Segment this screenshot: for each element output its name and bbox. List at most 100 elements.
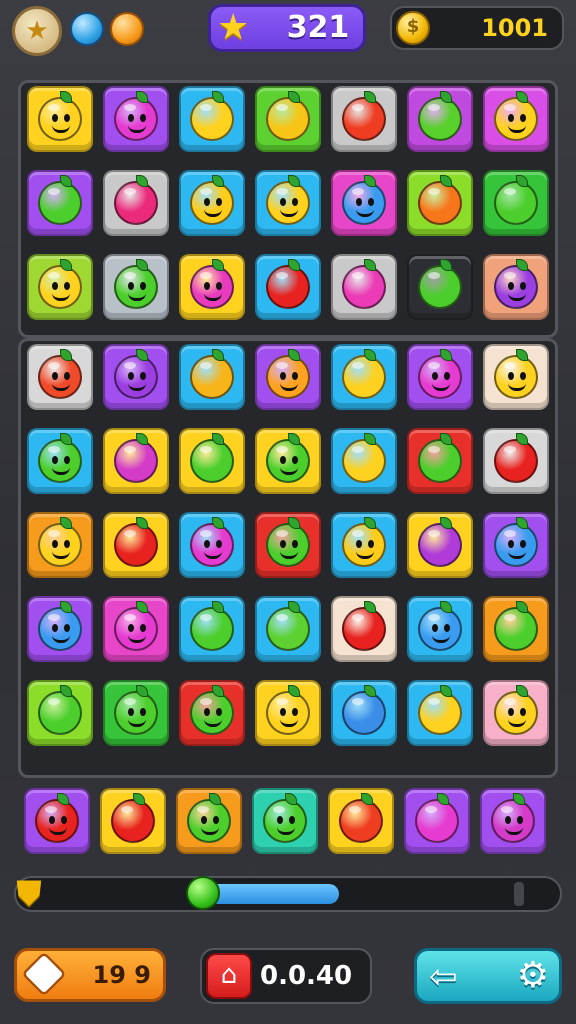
board-tile[interactable] <box>179 680 245 746</box>
fruit-icon <box>418 259 462 309</box>
board-tile[interactable] <box>179 254 245 320</box>
smiling-fruit-icon <box>494 91 538 141</box>
board-tile[interactable] <box>103 512 169 578</box>
player-avatar[interactable]: ★ <box>12 6 62 56</box>
board-tile[interactable] <box>27 170 93 236</box>
board-tile[interactable] <box>103 170 169 236</box>
board-tile[interactable] <box>255 254 321 320</box>
tray-tile[interactable] <box>100 788 166 854</box>
board-tile[interactable] <box>27 596 93 662</box>
board-tile[interactable] <box>483 428 549 494</box>
smiling-fruit-icon <box>342 517 386 567</box>
board-tile[interactable] <box>483 170 549 236</box>
smiling-fruit-icon <box>38 259 82 309</box>
board-tile[interactable] <box>331 170 397 236</box>
shield-icon: ⛊ <box>16 874 42 914</box>
board-tile[interactable] <box>27 680 93 746</box>
board-tile[interactable] <box>255 512 321 578</box>
board-tile[interactable] <box>27 86 93 152</box>
board-tile[interactable] <box>331 680 397 746</box>
fruit-icon <box>342 685 386 735</box>
fruit-icon <box>342 349 386 399</box>
board-tile[interactable] <box>255 170 321 236</box>
fruit-icon <box>342 433 386 483</box>
board-tile[interactable] <box>407 170 473 236</box>
board-tile[interactable] <box>179 170 245 236</box>
progress-endcap <box>514 882 524 906</box>
board-tile[interactable] <box>179 512 245 578</box>
orange-gem-icon[interactable] <box>110 12 144 46</box>
smiling-fruit-icon <box>114 259 158 309</box>
board-tile[interactable] <box>407 428 473 494</box>
board-tile[interactable] <box>331 428 397 494</box>
board-tile[interactable] <box>331 512 397 578</box>
board-tile[interactable] <box>103 680 169 746</box>
board-tile[interactable] <box>483 596 549 662</box>
board-tile[interactable] <box>407 254 473 320</box>
smiling-fruit-icon <box>494 349 538 399</box>
board-tile[interactable] <box>179 428 245 494</box>
tray-tile[interactable] <box>176 788 242 854</box>
board-tile[interactable] <box>407 86 473 152</box>
smiling-fruit-icon <box>494 259 538 309</box>
board-tile[interactable] <box>483 512 549 578</box>
fruit-icon <box>38 175 82 225</box>
fruit-icon <box>418 433 462 483</box>
smiling-fruit-icon <box>114 91 158 141</box>
board-tile[interactable] <box>27 512 93 578</box>
tray-tile[interactable] <box>480 788 546 854</box>
board-tile[interactable] <box>483 86 549 152</box>
board-tile[interactable] <box>407 344 473 410</box>
smiling-fruit-icon <box>263 793 307 843</box>
board-tile[interactable] <box>255 344 321 410</box>
tray-tile[interactable] <box>24 788 90 854</box>
board-tile[interactable] <box>27 344 93 410</box>
tray-tile[interactable] <box>252 788 318 854</box>
board-tile[interactable] <box>483 680 549 746</box>
board-tile[interactable] <box>255 86 321 152</box>
board-tile[interactable] <box>27 428 93 494</box>
smiling-fruit-icon <box>491 793 535 843</box>
moves-value: 19 9 <box>92 961 151 989</box>
board-tile[interactable] <box>407 680 473 746</box>
back-arrow-icon[interactable]: ⇦ <box>429 955 458 999</box>
board-tile[interactable] <box>179 596 245 662</box>
progress-knob-icon[interactable] <box>186 876 220 910</box>
board-tile[interactable] <box>255 428 321 494</box>
fruit-icon <box>266 601 310 651</box>
coin-display[interactable]: $ 1001 <box>390 6 564 50</box>
score-display: ★ 321 <box>208 4 366 52</box>
board-tile[interactable] <box>103 596 169 662</box>
smiling-fruit-icon <box>187 793 231 843</box>
board-tile[interactable] <box>103 254 169 320</box>
board-tile[interactable] <box>407 596 473 662</box>
board-tile[interactable] <box>483 254 549 320</box>
smiling-fruit-icon <box>266 517 310 567</box>
house-icon[interactable]: ⌂ <box>206 953 252 999</box>
board-tile[interactable] <box>103 344 169 410</box>
board-tile[interactable] <box>483 344 549 410</box>
board-tile[interactable] <box>179 86 245 152</box>
board-tile[interactable] <box>331 596 397 662</box>
board-tile[interactable] <box>179 344 245 410</box>
board-tile[interactable] <box>331 86 397 152</box>
smiling-fruit-icon <box>38 349 82 399</box>
blue-gem-icon[interactable] <box>70 12 104 46</box>
smiling-fruit-icon <box>190 685 234 735</box>
board-tile[interactable] <box>103 428 169 494</box>
tray-tile[interactable] <box>328 788 394 854</box>
board-tile[interactable] <box>407 512 473 578</box>
board-tile[interactable] <box>27 254 93 320</box>
smiling-fruit-icon <box>418 349 462 399</box>
board-tile[interactable] <box>331 254 397 320</box>
tray-tile[interactable] <box>404 788 470 854</box>
board-tile[interactable] <box>255 680 321 746</box>
gear-icon[interactable]: ⚙ <box>517 954 549 998</box>
smiling-fruit-icon <box>38 517 82 567</box>
board-tile[interactable] <box>103 86 169 152</box>
level-progress-bar[interactable]: ⛊ <box>14 874 562 914</box>
moves-button[interactable]: 19 9 <box>14 948 166 1002</box>
board-tile[interactable] <box>255 596 321 662</box>
fruit-icon <box>418 91 462 141</box>
board-tile[interactable] <box>331 344 397 410</box>
